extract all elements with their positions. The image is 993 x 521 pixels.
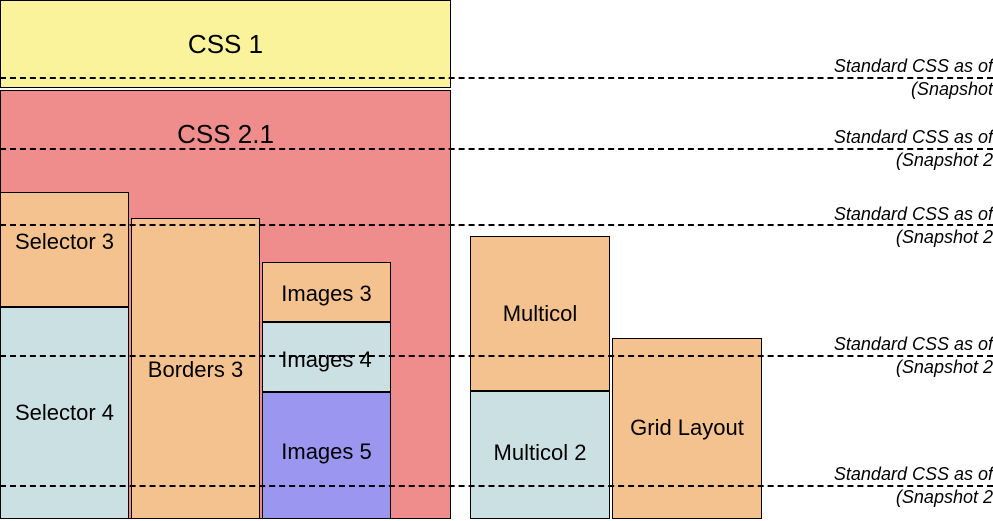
selector4-block: Selector 4 bbox=[0, 307, 129, 519]
images3-label: Images 3 bbox=[281, 281, 372, 307]
snapshot-label-2-line1: Standard CSS as of bbox=[834, 126, 993, 149]
css21-label: CSS 2.1 bbox=[177, 119, 274, 150]
images3-block: Images 3 bbox=[262, 262, 391, 322]
grid-layout-block: Grid Layout bbox=[612, 338, 762, 519]
css1-label: CSS 1 bbox=[188, 29, 263, 60]
images5-label: Images 5 bbox=[281, 439, 372, 465]
snapshot-label-3-line2: (Snapshot 2 bbox=[834, 226, 993, 249]
borders3-block: Borders 3 bbox=[131, 218, 260, 519]
snapshot-label-1-line1: Standard CSS as of bbox=[834, 55, 993, 78]
snapshot-label-2: Standard CSS as of (Snapshot 2 bbox=[834, 126, 993, 171]
selector3-block: Selector 3 bbox=[0, 192, 129, 307]
snapshot-label-4: Standard CSS as of (Snapshot 2 bbox=[834, 333, 993, 378]
selector4-label: Selector 4 bbox=[15, 400, 114, 426]
multicol-label: Multicol bbox=[503, 301, 578, 327]
images4-label: Images 4 bbox=[281, 347, 372, 373]
snapshot-label-1-line2: (Snapshot bbox=[834, 78, 993, 101]
images4-block: Images 4 bbox=[262, 322, 391, 392]
snapshot-label-5-line1: Standard CSS as of bbox=[834, 463, 993, 486]
grid-layout-label: Grid Layout bbox=[630, 415, 744, 441]
snapshot-label-3: Standard CSS as of (Snapshot 2 bbox=[834, 203, 993, 248]
multicol-block: Multicol bbox=[470, 236, 610, 391]
selector3-label: Selector 3 bbox=[15, 229, 114, 255]
snapshot-label-3-line1: Standard CSS as of bbox=[834, 203, 993, 226]
snapshot-label-4-line1: Standard CSS as of bbox=[834, 333, 993, 356]
multicol2-label: Multicol 2 bbox=[494, 440, 587, 466]
css1-block: CSS 1 bbox=[0, 0, 451, 88]
snapshot-label-5-line2: (Snapshot 2 bbox=[834, 486, 993, 509]
borders3-label: Borders 3 bbox=[148, 357, 243, 383]
snapshot-label-2-line2: (Snapshot 2 bbox=[834, 149, 993, 172]
snapshot-label-1: Standard CSS as of (Snapshot bbox=[834, 55, 993, 100]
images5-block: Images 5 bbox=[262, 392, 391, 519]
multicol2-block: Multicol 2 bbox=[470, 391, 610, 519]
snapshot-label-4-line2: (Snapshot 2 bbox=[834, 356, 993, 379]
snapshot-label-5: Standard CSS as of (Snapshot 2 bbox=[834, 463, 993, 508]
